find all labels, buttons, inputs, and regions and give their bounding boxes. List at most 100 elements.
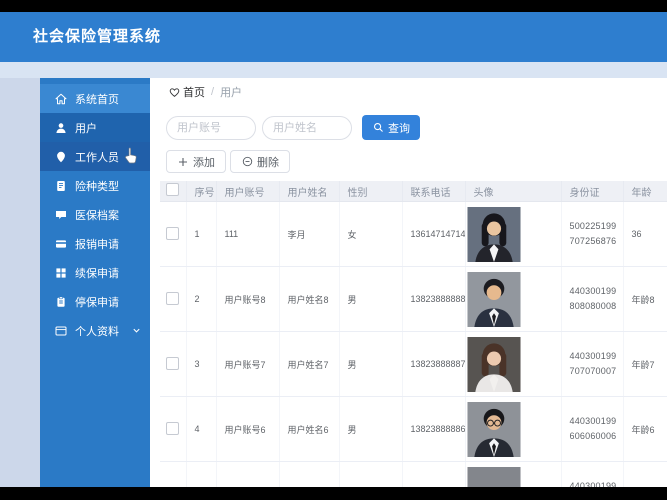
avatar bbox=[466, 336, 521, 392]
sidebar-item-users[interactable]: 用户 bbox=[40, 113, 150, 142]
sidebar-item-label: 工作人员 bbox=[75, 151, 119, 164]
cell-no: 3 bbox=[186, 331, 217, 397]
query-button[interactable]: 查询 bbox=[362, 115, 420, 140]
table-row: 3 用户账号7 用户姓名7 男 13823888887 440300199707… bbox=[160, 331, 667, 397]
sidebar-item-label: 医保档案 bbox=[75, 209, 119, 222]
avatar bbox=[466, 271, 521, 327]
sidebar-item-home[interactable]: 系统首页 bbox=[40, 84, 150, 113]
breadcrumb-home-label: 首页 bbox=[183, 87, 205, 99]
header-divider-strip bbox=[0, 62, 667, 78]
cell-age: 年龄6 bbox=[623, 396, 667, 462]
sidebar-item-profile[interactable]: 个人资料 bbox=[40, 316, 150, 345]
location-pin-icon bbox=[55, 151, 67, 163]
heart-icon bbox=[168, 86, 180, 98]
cell-idcard: 500225199707256876 bbox=[561, 201, 624, 267]
col-header-age: 年龄 bbox=[623, 181, 667, 202]
cell-name: 李月 bbox=[279, 201, 340, 267]
delete-button[interactable]: 删除 bbox=[230, 150, 290, 173]
cell-name: 用户姓名6 bbox=[279, 396, 340, 462]
cell-name: 用户姓名5 bbox=[279, 461, 340, 487]
plus-icon bbox=[177, 156, 189, 168]
cell-age: 年龄5 bbox=[623, 461, 667, 487]
table-row: 2 用户账号8 用户姓名8 男 13823888888 440300199808… bbox=[160, 266, 667, 332]
search-bar: 查询 bbox=[166, 115, 420, 140]
chevron-down-icon bbox=[132, 326, 141, 335]
breadcrumb-current: 用户 bbox=[220, 87, 243, 99]
cell-age: 年龄7 bbox=[623, 331, 667, 397]
cell-age: 36 bbox=[623, 201, 667, 267]
cell-idcard: 440300199505050005 bbox=[561, 461, 624, 487]
cell-name: 用户姓名7 bbox=[279, 331, 340, 397]
breadcrumb: 首页 / 用户 bbox=[168, 84, 242, 100]
col-header-account: 用户账号 bbox=[216, 181, 280, 202]
content-panel: 首页 / 用户 查询 添加 删除 bbox=[150, 78, 667, 487]
cell-no: 2 bbox=[186, 266, 217, 332]
row-checkbox[interactable] bbox=[166, 356, 179, 370]
cell-idcard: 440300199606060006 bbox=[561, 396, 624, 462]
sidebar-item-renewal[interactable]: 续保申请 bbox=[40, 258, 150, 287]
screen: 社会保险管理系统 系统首页 用户 工作人员 险种类型 医保档案 报销申请 续保申 bbox=[0, 0, 667, 500]
sidebar-item-medical-archive[interactable]: 医保档案 bbox=[40, 200, 150, 229]
cell-account: 用户账号8 bbox=[216, 266, 280, 332]
main-area: 系统首页 用户 工作人员 险种类型 医保档案 报销申请 续保申请 停保申请 个人… bbox=[0, 78, 667, 487]
col-header-gender: 性别 bbox=[339, 181, 403, 202]
sidebar-item-label: 个人资料 bbox=[75, 325, 119, 338]
avatar bbox=[466, 401, 521, 457]
cell-phone: 13823888887 bbox=[402, 331, 466, 397]
sidebar-item-label: 停保申请 bbox=[75, 296, 119, 309]
sidebar: 系统首页 用户 工作人员 险种类型 医保档案 报销申请 续保申请 停保申请 个人… bbox=[40, 78, 150, 487]
sidebar-item-suspension[interactable]: 停保申请 bbox=[40, 287, 150, 316]
row-checkbox[interactable] bbox=[166, 291, 179, 305]
app-header: 社会保险管理系统 bbox=[0, 12, 667, 62]
breadcrumb-home-link[interactable]: 首页 bbox=[168, 84, 205, 100]
sidebar-item-insurance-types[interactable]: 险种类型 bbox=[40, 171, 150, 200]
query-button-label: 查询 bbox=[388, 122, 410, 135]
chat-bubble-icon bbox=[55, 209, 67, 221]
col-header-no: 序号 bbox=[186, 181, 217, 202]
cell-gender: 男 bbox=[339, 461, 403, 487]
sidebar-item-label: 用户 bbox=[75, 122, 97, 135]
cell-phone: 13823888885 bbox=[402, 461, 466, 487]
table-row: 1 111 李月 女 13614714714 50022519970725687… bbox=[160, 201, 667, 267]
add-button-label: 添加 bbox=[193, 156, 215, 169]
select-all-checkbox[interactable] bbox=[166, 183, 179, 196]
users-table: 序号 用户账号 用户姓名 性别 联系电话 头像 身份证 年龄 1 111 李月 … bbox=[160, 181, 667, 487]
user-icon bbox=[55, 122, 67, 134]
col-header-idcard: 身份证 bbox=[561, 181, 624, 202]
bank-card-icon bbox=[55, 238, 67, 250]
name-input[interactable] bbox=[262, 115, 352, 140]
circle-minus-icon bbox=[241, 156, 253, 168]
account-input[interactable] bbox=[166, 115, 256, 140]
home-icon bbox=[55, 93, 67, 105]
cell-account: 用户账号7 bbox=[216, 331, 280, 397]
cell-gender: 男 bbox=[339, 396, 403, 462]
cell-account: 用户账号6 bbox=[216, 396, 280, 462]
cell-age: 年龄8 bbox=[623, 266, 667, 332]
add-button[interactable]: 添加 bbox=[166, 150, 226, 173]
row-checkbox[interactable] bbox=[166, 226, 179, 240]
cell-account: 111 bbox=[216, 201, 280, 267]
cell-account: 用户账号5 bbox=[216, 461, 280, 487]
sidebar-item-staff[interactable]: 工作人员 bbox=[40, 142, 150, 171]
sidebar-item-label: 险种类型 bbox=[75, 180, 119, 193]
avatar bbox=[466, 466, 521, 487]
avatar bbox=[466, 206, 521, 262]
cell-no: 1 bbox=[186, 201, 217, 267]
search-icon bbox=[372, 122, 384, 134]
col-header-name: 用户姓名 bbox=[279, 181, 340, 202]
cell-phone: 13614714714 bbox=[402, 201, 466, 267]
letterbox-bottom bbox=[0, 487, 667, 500]
delete-button-label: 删除 bbox=[257, 156, 279, 169]
page-left-margin bbox=[0, 78, 40, 487]
cell-phone: 13823888888 bbox=[402, 266, 466, 332]
sidebar-item-reimbursement[interactable]: 报销申请 bbox=[40, 229, 150, 258]
sidebar-item-label: 系统首页 bbox=[75, 93, 119, 106]
col-header-avatar: 头像 bbox=[465, 181, 562, 202]
table-row: 5 用户账号5 用户姓名5 男 13823888885 440300199505… bbox=[160, 461, 667, 487]
grid-icon bbox=[55, 267, 67, 279]
insurance-doc-icon bbox=[55, 180, 67, 192]
cell-gender: 男 bbox=[339, 266, 403, 332]
app-title: 社会保险管理系统 bbox=[33, 28, 162, 45]
table-header-row: 序号 用户账号 用户姓名 性别 联系电话 头像 身份证 年龄 bbox=[160, 181, 667, 202]
row-checkbox[interactable] bbox=[166, 421, 179, 435]
